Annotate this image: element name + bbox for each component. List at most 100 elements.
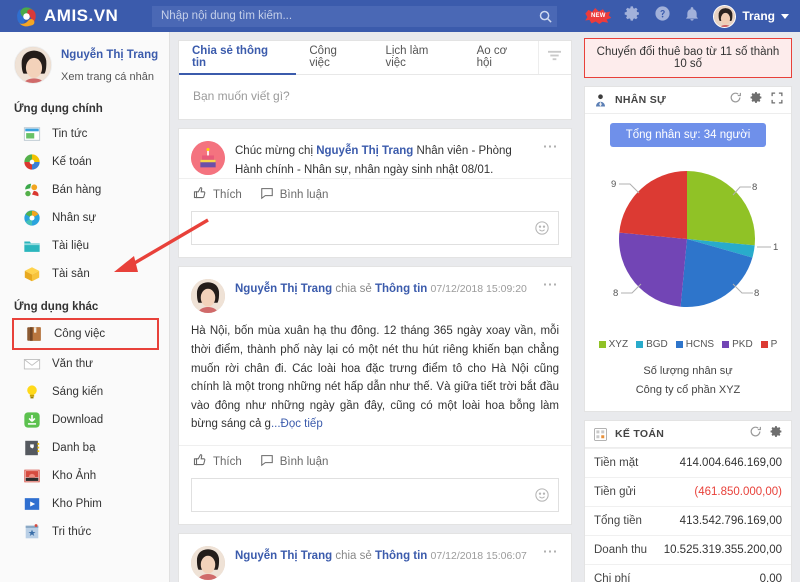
pie-slice-pkd[interactable] xyxy=(618,232,687,307)
new-badge-icon[interactable]: NEW xyxy=(585,8,612,24)
refresh-icon[interactable] xyxy=(729,91,742,109)
tab-lich-lam-viec[interactable]: Lịch làm việc xyxy=(372,41,463,75)
sidebar-item-tri-thuc[interactable]: Tri thức xyxy=(0,518,169,546)
gear-icon[interactable] xyxy=(770,425,783,443)
tab-label: Ao cơ hội xyxy=(476,45,508,69)
read-more-link[interactable]: ...Đọc tiếp xyxy=(271,418,323,430)
row-label: Chi phí xyxy=(594,573,631,582)
photos-icon xyxy=(23,467,41,485)
thumbs-up-icon xyxy=(193,186,207,203)
sidebar-item-cong-viec[interactable]: Công việc xyxy=(12,318,159,351)
emoji-icon[interactable] xyxy=(534,487,550,508)
comment-input[interactable] xyxy=(191,478,559,513)
gear-icon[interactable] xyxy=(624,5,641,27)
post-share-object[interactable]: Thông tin xyxy=(375,283,427,295)
like-label: Thích xyxy=(213,455,242,468)
post-share-verb: chia sẻ xyxy=(335,550,372,563)
composer-input[interactable]: Bạn muốn viết gì? xyxy=(179,75,571,119)
total-headcount-button[interactable]: Tổng nhân sự: 34 người xyxy=(609,123,767,147)
tab-chia-se-thong-tin[interactable]: Chia sẻ thông tin xyxy=(179,41,297,75)
brand-logo[interactable]: AMIS.VN xyxy=(0,6,152,27)
sidebar-item-van-thu[interactable]: Văn thư xyxy=(0,350,169,378)
sidebar-item-label: Download xyxy=(52,414,104,427)
sidebar-item-tin-tuc[interactable]: Tin tức xyxy=(0,120,169,148)
download-icon xyxy=(23,411,41,429)
sidebar-item-ke-toan[interactable]: Kế toán xyxy=(0,148,169,176)
legend-label: XYZ xyxy=(608,339,629,350)
like-button[interactable]: Thích xyxy=(193,453,242,470)
sidebar-item-sang-kien[interactable]: Sáng kiến xyxy=(0,378,169,406)
legend-item-xyz[interactable]: XYZ xyxy=(598,339,629,350)
post-header: Chúc mừng chị Nguyễn Thị Trang Nhân viên… xyxy=(179,129,571,178)
sidebar-item-danh-ba[interactable]: Danh bạ xyxy=(0,434,169,462)
row-value: 413.542.796.169,00 xyxy=(679,515,782,528)
gear-icon[interactable] xyxy=(750,91,763,109)
feed-tabs-card: Chia sẻ thông tin Công việc Lịch làm việ… xyxy=(178,40,572,120)
post-share-object[interactable]: Thông tin xyxy=(375,550,427,562)
pie-legend: XYZ BGD HCNS PKD P xyxy=(585,337,791,354)
sidebar-item-download[interactable]: Download xyxy=(0,406,169,434)
post-text: Chúc mừng chị Nguyễn Thị Trang Nhân viên… xyxy=(225,141,559,178)
sidebar-item-tai-lieu[interactable]: Tài liệu xyxy=(0,232,169,260)
sidebar-item-label: Tri thức xyxy=(52,526,92,539)
post-author[interactable]: Nguyễn Thị Trang xyxy=(235,550,332,562)
new-badge-label: NEW xyxy=(591,13,606,19)
sidebar-item-label: Văn thư xyxy=(52,358,93,371)
bell-icon[interactable] xyxy=(684,6,700,27)
search-input[interactable] xyxy=(152,5,557,27)
comment-bubble-icon xyxy=(260,453,274,470)
legend-item-hcns[interactable]: HCNS xyxy=(675,339,714,350)
brand-name: AMIS.VN xyxy=(44,6,119,25)
legend-item-pkd[interactable]: PKD xyxy=(722,339,753,350)
sidebar-item-nhan-su[interactable]: Nhân sự xyxy=(0,204,169,232)
search-icon xyxy=(538,10,553,27)
post-header: Nguyễn Thị Trang chia sẻ Thông tin 07/12… xyxy=(179,534,571,581)
tab-cong-viec[interactable]: Công việc xyxy=(296,41,372,75)
sidebar-item-ban-hang[interactable]: Bán hàng xyxy=(0,176,169,204)
user-name-label: Trang xyxy=(742,9,775,23)
sales-icon xyxy=(23,181,41,199)
notice-banner[interactable]: Chuyển đổi thuê bao từ 11 số thành 10 số xyxy=(584,38,792,78)
post-body: Hà Nội, bốn mùa xuân hạ thu đông. 12 thá… xyxy=(179,313,571,445)
sidebar-item-kho-phim[interactable]: Kho Phim xyxy=(0,490,169,518)
comment-button[interactable]: Bình luận xyxy=(260,453,328,470)
feed-filter-button[interactable] xyxy=(537,41,571,74)
pie-label-bgd: 1 xyxy=(773,242,778,253)
like-button[interactable]: Thích xyxy=(193,186,242,203)
row-value: 0,00 xyxy=(759,573,782,582)
sidebar-item-kho-anh[interactable]: Kho Ảnh xyxy=(0,462,169,490)
search-button[interactable] xyxy=(537,9,553,25)
post-author[interactable]: Nguyễn Thị Trang xyxy=(316,145,413,157)
left-sidebar: Nguyễn Thị Trang Xem trang cá nhân Ứng d… xyxy=(0,32,170,582)
pie-slice-xyz[interactable] xyxy=(687,171,756,246)
comment-input[interactable] xyxy=(191,211,559,246)
emoji-icon[interactable] xyxy=(534,220,550,241)
top-navigation-bar: AMIS.VN NEW xyxy=(0,0,800,32)
contacts-icon xyxy=(23,439,41,457)
accounting-widget-header: KẾ TOÁN xyxy=(585,421,791,449)
row-label: Tổng tiền xyxy=(594,515,642,528)
row-label: Tiền gửi xyxy=(594,486,636,499)
sidebar-item-label: Danh bạ xyxy=(52,442,96,455)
post-author[interactable]: Nguyễn Thị Trang xyxy=(235,283,332,295)
legend-item-p[interactable]: P xyxy=(760,339,777,350)
sidebar-item-label: Kho Phim xyxy=(52,498,102,511)
sidebar-profile[interactable]: Nguyễn Thị Trang Xem trang cá nhân xyxy=(0,39,169,90)
table-row: Doanh thu 10.525.319.355.200,00 xyxy=(585,535,791,564)
help-icon[interactable] xyxy=(654,5,671,27)
sidebar-item-label: Sáng kiến xyxy=(52,386,104,399)
assets-box-icon xyxy=(23,265,41,283)
user-menu[interactable]: Trang xyxy=(713,4,789,28)
post-menu-icon[interactable]: ⋯ xyxy=(543,544,560,559)
post-menu-icon[interactable]: ⋯ xyxy=(543,139,560,154)
expand-icon[interactable] xyxy=(771,91,783,109)
post-menu-icon[interactable]: ⋯ xyxy=(543,277,560,292)
amis-portal-window: AMIS.VN NEW xyxy=(0,0,800,582)
sidebar-item-tai-san[interactable]: Tài sản xyxy=(0,260,169,288)
sidebar-item-label: Kế toán xyxy=(52,156,92,169)
legend-item-bgd[interactable]: BGD xyxy=(636,339,668,350)
tab-ao-co-hoi[interactable]: Ao cơ hội xyxy=(464,41,538,75)
pie-slice-p[interactable] xyxy=(619,171,687,239)
refresh-icon[interactable] xyxy=(749,425,762,443)
comment-button[interactable]: Bình luận xyxy=(260,186,328,203)
